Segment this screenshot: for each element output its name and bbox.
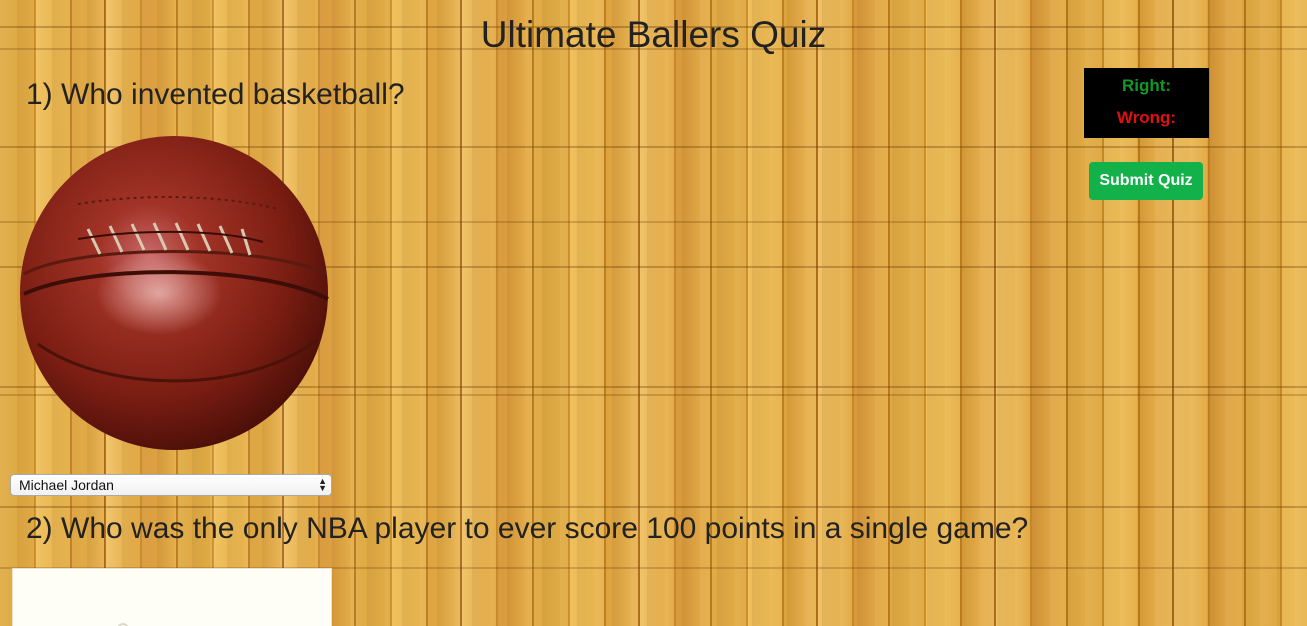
selected-answer-text: Michael Jordan [19, 477, 114, 493]
question-1-heading: 1) Who invented basketball? [26, 78, 405, 111]
question-2-image [12, 568, 332, 626]
select-arrows-icon: ▲ ▼ [318, 476, 327, 493]
right-score-label: Right: [1121, 76, 1172, 95]
scoreboard: Right: Wrong: [1084, 68, 1209, 138]
question-1-answer-select[interactable]: Michael Jordan ▲ ▼ [10, 474, 332, 496]
wrong-score-label: Wrong: [1116, 108, 1177, 127]
page-title: Ultimate Ballers Quiz [480, 14, 827, 55]
submit-quiz-button[interactable]: Submit Quiz [1089, 162, 1203, 200]
leather-basketball-icon [18, 134, 330, 452]
question-2-heading: 2) Who was the only NBA player to ever s… [26, 512, 1029, 545]
